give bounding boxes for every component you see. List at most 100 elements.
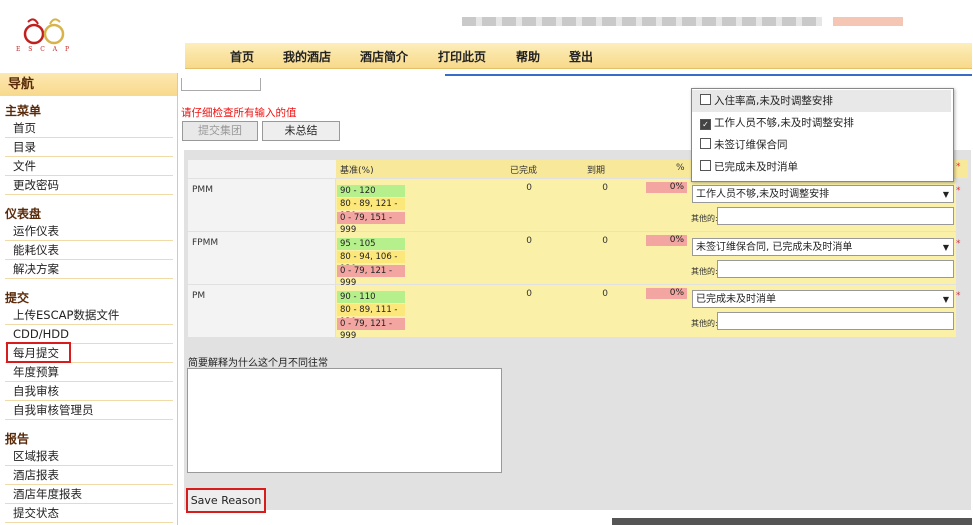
percent-value: 0% (646, 288, 687, 299)
sidebar: 导航 主菜单 首页 目录 文件 更改密码 仪表盘 运作仪表 能耗仪表 解决方案 … (0, 73, 178, 525)
nav-my-hotel[interactable]: 我的酒店 (283, 48, 331, 65)
completed-value: 0 (526, 236, 532, 246)
top-nav-bar: 首页 我的酒店 酒店简介 打印此页 帮助 登出 (185, 43, 972, 69)
nav-logout[interactable]: 登出 (569, 48, 593, 65)
submit-group-button[interactable]: 提交集团 (182, 121, 258, 141)
reason-select-value: 工作人员不够,未及时调整安排 (696, 189, 830, 200)
required-mark: * (956, 162, 961, 172)
completed-value: 0 (526, 183, 532, 193)
unsummarized-button[interactable]: 未总结 (262, 121, 340, 141)
other-label: 其他的: (691, 214, 718, 223)
tab-stub (181, 78, 261, 91)
sidebar-item-catalog[interactable]: 目录 (5, 139, 173, 157)
table-header-blank (188, 160, 336, 178)
required-mark: * (956, 186, 961, 196)
chevron-down-icon: ▼ (942, 243, 949, 252)
dropdown-option[interactable]: 入住率高,未及时调整安排 (692, 90, 951, 112)
reason-dropdown-menu: 入住率高,未及时调整安排 ✓ 工作人员不够,未及时调整安排 未签订维保合同 已完成… (691, 88, 954, 182)
checkbox-checked-icon[interactable]: ✓ (700, 119, 711, 130)
sidebar-item-solutions[interactable]: 解决方案 (5, 261, 173, 279)
range-red: 0 - 79, 121 - 999 (337, 265, 405, 288)
checkbox-icon[interactable] (700, 138, 711, 149)
nav-home[interactable]: 首页 (230, 48, 254, 65)
nav-underline (445, 74, 972, 76)
due-value: 0 (602, 236, 608, 246)
sidebar-item-operations-dashboard[interactable]: 运作仪表 (5, 223, 173, 241)
sidebar-item-hotel-annual-report[interactable]: 酒店年度报表 (5, 486, 173, 504)
range-green: 90 - 110 (337, 291, 405, 303)
nav-help[interactable]: 帮助 (516, 48, 540, 65)
dropdown-option[interactable]: 未签订维保合同 (692, 134, 951, 156)
sidebar-section-submit: 提交 (5, 291, 30, 305)
sidebar-section-main-menu: 主菜单 (5, 104, 42, 118)
sidebar-item-self-audit[interactable]: 自我审核 (5, 383, 173, 401)
table-row-name: FPMM (188, 232, 335, 284)
percent-value: 0% (646, 235, 687, 246)
nav-hotel-profile[interactable]: 酒店简介 (360, 48, 408, 65)
header-percent: % (676, 163, 685, 173)
due-value: 0 (602, 183, 608, 193)
header-completed: 已完成 (510, 166, 538, 176)
sidebar-section-reports: 报告 (5, 432, 30, 446)
required-mark: * (956, 291, 961, 301)
sidebar-item-hotel-report[interactable]: 酒店报表 (5, 467, 173, 485)
sidebar-item-energy-dashboard[interactable]: 能耗仪表 (5, 242, 173, 260)
percent-value: 0% (646, 182, 687, 193)
chevron-down-icon: ▼ (942, 190, 949, 199)
option-label: 未签订维保合同 (714, 139, 788, 151)
option-label: 已完成未及时消单 (714, 161, 798, 173)
sidebar-item-submission-status[interactable]: 提交状态 (5, 505, 173, 523)
option-label: 入住率高,未及时调整安排 (714, 95, 833, 107)
sidebar-title: 导航 (0, 73, 177, 96)
checkbox-icon[interactable] (700, 160, 711, 171)
chevron-down-icon: ▼ (942, 295, 949, 304)
table-header: 基准(%) 已完成 到期 % (336, 160, 688, 178)
reason-select[interactable]: 已完成未及时消单 ▼ (692, 290, 954, 308)
sidebar-item-self-audit-admin[interactable]: 自我审核管理员 (5, 402, 173, 420)
table-row-name: PMM (188, 179, 335, 231)
range-green: 90 - 120 (337, 185, 405, 197)
range-yellow: 80 - 89, 121 - 150 (337, 198, 405, 221)
completed-value: 0 (526, 289, 532, 299)
sidebar-item-home[interactable]: 首页 (5, 120, 173, 138)
logo-text: E S C A P (15, 46, 73, 53)
sidebar-item-upload-escap[interactable]: 上传ESCAP数据文件 (5, 307, 173, 325)
explanation-textarea[interactable] (187, 368, 502, 473)
range-yellow: 80 - 94, 106 - 120 (337, 251, 405, 274)
due-value: 0 (602, 289, 608, 299)
explanation-label: 简要解释为什么这个月不同往常 (188, 358, 328, 369)
blurred-user-badge (833, 17, 903, 26)
other-input[interactable] (717, 260, 954, 278)
other-label: 其他的: (691, 267, 718, 276)
save-reason-button[interactable]: Save Reason (186, 488, 266, 513)
other-input[interactable] (717, 207, 954, 225)
other-label: 其他的: (691, 319, 718, 328)
sidebar-section-dashboard: 仪表盘 (5, 207, 42, 221)
sidebar-item-regional-report[interactable]: 区域报表 (5, 448, 173, 466)
range-red: 0 - 79, 121 - 999 (337, 318, 405, 341)
sidebar-item-files[interactable]: 文件 (5, 158, 173, 176)
checkbox-icon[interactable] (700, 94, 711, 105)
reason-select-value: 未签订维保合同, 已完成未及时消单 (696, 242, 853, 253)
other-input[interactable] (717, 312, 954, 330)
bottom-strip (612, 518, 972, 525)
range-red: 0 - 79, 151 - 999 (337, 212, 405, 235)
reason-select[interactable]: 未签订维保合同, 已完成未及时消单 ▼ (692, 238, 954, 256)
dropdown-option[interactable]: 已完成未及时消单 (692, 156, 951, 178)
highlight-box (6, 342, 71, 363)
reason-select[interactable]: 工作人员不够,未及时调整安排 ▼ (692, 185, 954, 203)
dropdown-option[interactable]: ✓ 工作人员不够,未及时调整安排 (692, 112, 951, 134)
reason-select-value: 已完成未及时消单 (696, 294, 776, 305)
header-due: 到期 (587, 166, 606, 176)
table-row-name: PM (188, 285, 335, 337)
nav-print-page[interactable]: 打印此页 (438, 48, 486, 65)
blurred-user-info (462, 17, 822, 26)
option-label: 工作人员不够,未及时调整安排 (714, 117, 854, 129)
sidebar-item-annual-budget[interactable]: 年度预算 (5, 364, 173, 382)
validation-warning: 请仔细检查所有输入的值 (181, 107, 297, 119)
range-yellow: 80 - 89, 111 - 120 (337, 304, 405, 327)
range-green: 95 - 105 (337, 238, 405, 250)
header-benchmark: 基准(%) (340, 166, 374, 176)
sidebar-item-change-password[interactable]: 更改密码 (5, 177, 173, 195)
required-mark: * (956, 239, 961, 249)
